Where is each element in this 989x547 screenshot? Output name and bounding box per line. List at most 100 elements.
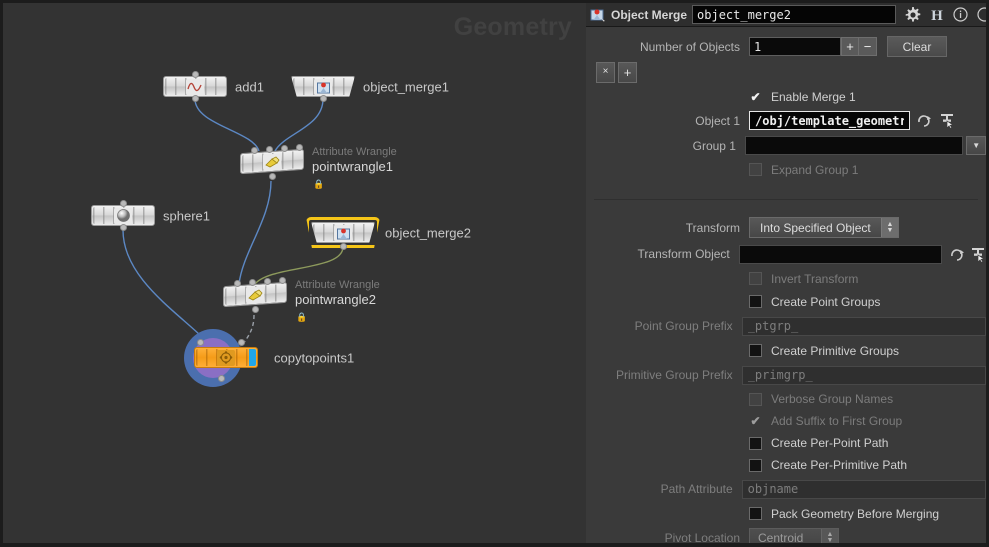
- param-label: Verbose Group Names: [771, 392, 894, 406]
- increment-button[interactable]: +: [841, 37, 859, 56]
- node-input-connector[interactable]: [192, 71, 199, 78]
- path-attribute-input[interactable]: [741, 479, 986, 499]
- node-output-connector[interactable]: [192, 95, 199, 102]
- node-input-connector[interactable]: [120, 200, 127, 207]
- node-type-label: Attribute Wrangle: [312, 145, 397, 158]
- transform-mode-menu[interactable]: Into Specified Object ▲ ▼: [749, 217, 899, 238]
- create-primitive-groups-checkbox[interactable]: [749, 344, 762, 357]
- wrangle-icon: [246, 286, 264, 303]
- node-input-connector-0[interactable]: [234, 280, 241, 287]
- node-output-connector[interactable]: [218, 375, 225, 382]
- node-label: Attribute Wrangle pointwrangle1: [312, 146, 397, 174]
- help-circle-icon[interactable]: [976, 6, 986, 23]
- lock-icon: 🔒: [296, 312, 308, 322]
- node-input-connector-0[interactable]: [197, 339, 204, 346]
- point-group-prefix-input[interactable]: [741, 316, 986, 336]
- node-body[interactable]: [223, 281, 287, 308]
- node-name-input[interactable]: [692, 5, 896, 24]
- param-create-point-groups: Create Point Groups: [586, 290, 986, 313]
- reload-path-icon[interactable]: [916, 111, 933, 130]
- transform-object-input[interactable]: [738, 244, 943, 264]
- node-output-connector[interactable]: [340, 243, 347, 250]
- node-bypass-tab[interactable]: [249, 349, 256, 366]
- number-of-objects-input[interactable]: [749, 37, 841, 56]
- clear-button[interactable]: Clear: [887, 36, 947, 57]
- node-type-title: Object Merge: [611, 7, 688, 22]
- create-per-primitive-path-checkbox[interactable]: [749, 458, 762, 472]
- reload-path-icon[interactable]: [949, 245, 965, 264]
- param-label: Invert Transform: [771, 271, 859, 286]
- network-canvas[interactable]: Geometry add1 object_merge1 Attribute Wr…: [3, 3, 586, 543]
- wave-icon: [186, 78, 204, 95]
- node-output-connector[interactable]: [252, 306, 259, 313]
- create-point-groups-checkbox[interactable]: [749, 295, 762, 308]
- param-pivot-location: Pivot Location Centroid ▲ ▼: [586, 525, 986, 543]
- expand-group-1-checkbox[interactable]: [749, 163, 762, 176]
- create-per-point-path-checkbox[interactable]: [749, 436, 762, 450]
- node-object-merge2[interactable]: object_merge2: [306, 217, 471, 250]
- object-1-input[interactable]: [749, 111, 910, 130]
- invert-transform-checkbox[interactable]: [749, 272, 762, 285]
- param-number-of-objects: Number of Objects + − Clear: [586, 34, 986, 59]
- node-output-connector[interactable]: [120, 224, 127, 231]
- node-label: sphere1: [163, 208, 210, 223]
- node-input-connector-0[interactable]: [251, 147, 258, 154]
- remove-instance-button[interactable]: ×: [596, 61, 615, 83]
- enable-merge-1-checkbox[interactable]: ✔: [749, 90, 762, 103]
- node-input-connector-2[interactable]: [264, 278, 271, 285]
- param-path-attribute: Path Attribute: [586, 476, 986, 502]
- node-object-merge1[interactable]: object_merge1: [291, 76, 449, 102]
- parameter-panel[interactable]: Object Merge H: [586, 0, 989, 547]
- pivot-location-menu[interactable]: Centroid ▲ ▼: [749, 527, 839, 543]
- node-body[interactable]: [291, 76, 355, 97]
- node-body[interactable]: [240, 148, 304, 175]
- node-input-connector-2[interactable]: [281, 145, 288, 152]
- param-label: Pack Geometry Before Merging: [771, 506, 940, 521]
- info-icon[interactable]: [952, 6, 969, 23]
- network-editor[interactable]: Geometry add1 object_merge1 Attribute Wr…: [0, 0, 586, 547]
- param-add-suffix-to-first-group: ✔ Add Suffix to First Group: [586, 410, 986, 432]
- houdini-window: Geometry add1 object_merge1 Attribute Wr…: [0, 0, 989, 547]
- node-copytopoints1[interactable]: copytopoints1: [184, 329, 354, 387]
- verbose-group-names-checkbox[interactable]: [749, 392, 762, 406]
- houdini-h-icon[interactable]: H: [928, 6, 945, 23]
- param-create-primitive-groups: Create Primitive Groups: [586, 339, 986, 362]
- param-label: Number of Objects: [639, 39, 740, 54]
- node-name-label: pointwrangle2: [295, 291, 376, 307]
- pick-operator-icon[interactable]: [938, 111, 955, 130]
- add-instance-button[interactable]: +: [618, 61, 637, 83]
- node-output-connector[interactable]: [269, 173, 276, 180]
- node-input-connector-3[interactable]: [296, 144, 303, 151]
- pack-geometry-checkbox[interactable]: [749, 507, 762, 520]
- lock-icon: 🔒: [313, 179, 325, 189]
- param-transform: Transform Into Specified Object ▲ ▼: [586, 214, 986, 241]
- param-pack-geometry: Pack Geometry Before Merging: [586, 502, 986, 525]
- parameter-list: Number of Objects + − Clear × + ✔ Enable…: [586, 34, 986, 543]
- pick-operator-icon[interactable]: [970, 245, 986, 264]
- gear-icon[interactable]: [904, 6, 921, 23]
- node-input-connector-3[interactable]: [279, 277, 286, 284]
- sphere-icon: [114, 207, 132, 224]
- group-1-dropdown-button[interactable]: ▼: [966, 136, 986, 155]
- node-add1[interactable]: add1: [163, 71, 264, 102]
- node-input-connector-1[interactable]: [249, 279, 256, 286]
- node-output-connector[interactable]: [320, 95, 327, 102]
- param-create-per-point-path: Create Per-Point Path: [586, 432, 986, 454]
- node-input-connector-1[interactable]: [238, 339, 245, 346]
- param-label: Add Suffix to First Group: [771, 414, 903, 428]
- node-body[interactable]: [163, 76, 227, 97]
- node-body[interactable]: [194, 347, 258, 368]
- node-label: copytopoints1: [274, 350, 355, 365]
- add-suffix-checkbox[interactable]: ✔: [749, 415, 762, 428]
- wrangle-icon: [263, 153, 281, 170]
- node-pointwrangle2[interactable]: Attribute Wrangle pointwrangle2 🔒: [223, 277, 380, 322]
- primitive-group-prefix-input[interactable]: [741, 365, 986, 385]
- node-body[interactable]: [91, 205, 155, 226]
- param-label: Primitive Group Prefix: [615, 368, 733, 382]
- node-sphere1[interactable]: sphere1: [91, 200, 210, 231]
- node-pointwrangle1[interactable]: Attribute Wrangle pointwrangle1 🔒: [240, 144, 397, 189]
- group-1-input[interactable]: [744, 136, 964, 155]
- decrement-button[interactable]: −: [859, 37, 877, 56]
- node-label: object_merge2: [385, 225, 471, 240]
- node-input-connector-1[interactable]: [266, 146, 273, 153]
